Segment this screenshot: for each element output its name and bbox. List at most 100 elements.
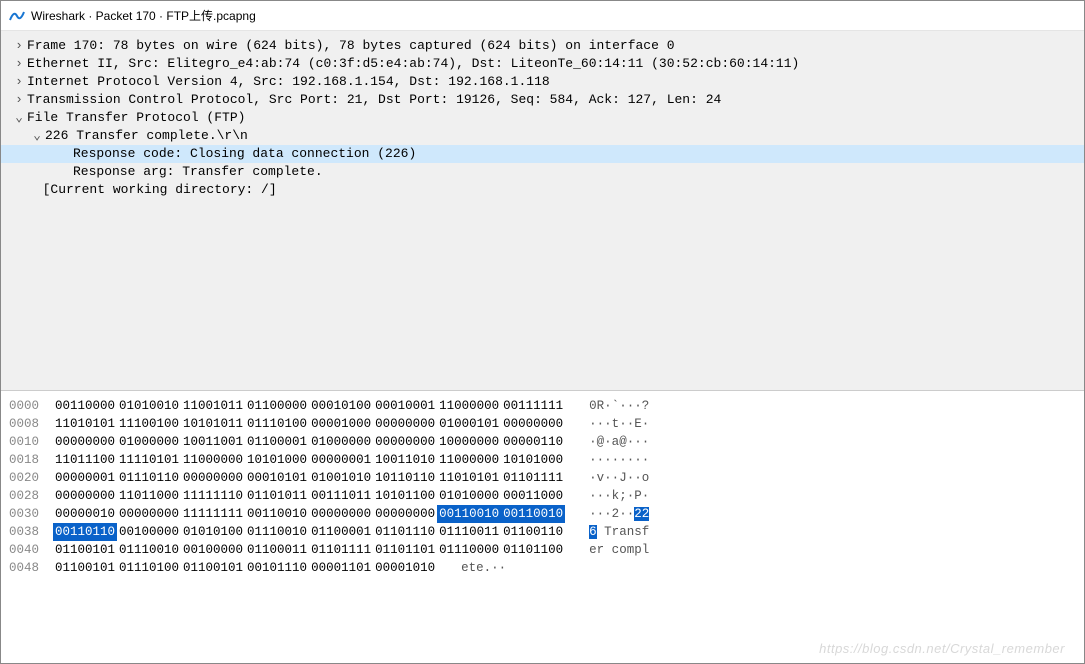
hex-byte[interactable]: 00001000: [309, 415, 373, 433]
hex-byte[interactable]: 00000000: [373, 415, 437, 433]
packet-details-pane[interactable]: ›Frame 170: 78 bytes on wire (624 bits),…: [1, 31, 1084, 391]
hex-byte[interactable]: 00000000: [181, 469, 245, 487]
hex-byte[interactable]: 10110110: [373, 469, 437, 487]
hex-byte[interactable]: 00000110: [501, 433, 565, 451]
tree-row[interactable]: ›Internet Protocol Version 4, Src: 192.1…: [1, 73, 1084, 91]
hex-byte[interactable]: 11111110: [181, 487, 245, 505]
hex-byte[interactable]: 11000000: [437, 397, 501, 415]
tree-row[interactable]: Response arg: Transfer complete.: [1, 163, 1084, 181]
hex-byte[interactable]: 00000000: [373, 433, 437, 451]
hex-byte[interactable]: 01010100: [181, 523, 245, 541]
hex-byte[interactable]: 00000001: [309, 451, 373, 469]
hex-byte[interactable]: 01110011: [437, 523, 501, 541]
hex-byte[interactable]: 00000000: [309, 505, 373, 523]
hex-byte[interactable]: 11000000: [181, 451, 245, 469]
hex-byte[interactable]: 10011010: [373, 451, 437, 469]
hex-byte[interactable]: 00110110: [53, 523, 117, 541]
hex-byte[interactable]: 01000000: [117, 433, 181, 451]
hex-byte[interactable]: 01100101: [181, 559, 245, 577]
hex-byte[interactable]: 00110010: [245, 505, 309, 523]
hex-byte[interactable]: 01100001: [245, 433, 309, 451]
hex-byte[interactable]: 00111111: [501, 397, 565, 415]
tree-row[interactable]: Response code: Closing data connection (…: [1, 145, 1084, 163]
hex-byte[interactable]: 00101110: [245, 559, 309, 577]
caret-right-icon[interactable]: ›: [11, 55, 27, 73]
hex-byte[interactable]: 00010001: [373, 397, 437, 415]
caret-right-icon[interactable]: ›: [11, 91, 27, 109]
hex-byte[interactable]: 01110100: [245, 415, 309, 433]
hex-row[interactable]: 000811010101 11100100 10101011 01110100 …: [9, 415, 1076, 433]
hex-byte[interactable]: 01100101: [53, 541, 117, 559]
hex-byte[interactable]: 00000000: [53, 433, 117, 451]
caret-right-icon[interactable]: ›: [11, 73, 27, 91]
caret-right-icon[interactable]: ›: [11, 37, 27, 55]
hex-byte[interactable]: 01101111: [309, 541, 373, 559]
hex-byte[interactable]: 11001011: [181, 397, 245, 415]
tree-row[interactable]: ›Transmission Control Protocol, Src Port…: [1, 91, 1084, 109]
hex-byte[interactable]: 01101110: [373, 523, 437, 541]
hex-byte[interactable]: 01000000: [309, 433, 373, 451]
hex-byte[interactable]: 00000010: [53, 505, 117, 523]
hex-byte[interactable]: 00110010: [437, 505, 501, 523]
hex-byte[interactable]: 01010000: [437, 487, 501, 505]
hex-byte[interactable]: 01110110: [117, 469, 181, 487]
hex-byte[interactable]: 00001101: [309, 559, 373, 577]
hex-byte[interactable]: 10101000: [501, 451, 565, 469]
hex-byte[interactable]: 00010100: [309, 397, 373, 415]
tree-row[interactable]: ⌄226 Transfer complete.\r\n: [1, 127, 1084, 145]
hex-row[interactable]: 004801100101 01110100 01100101 00101110 …: [9, 559, 1076, 577]
hex-byte[interactable]: 10101100: [373, 487, 437, 505]
hex-byte[interactable]: 00100000: [117, 523, 181, 541]
hex-byte[interactable]: 01000101: [437, 415, 501, 433]
hex-byte[interactable]: 01101011: [245, 487, 309, 505]
tree-row[interactable]: ⌄File Transfer Protocol (FTP): [1, 109, 1084, 127]
hex-byte[interactable]: 00111011: [309, 487, 373, 505]
caret-down-icon[interactable]: ⌄: [11, 109, 27, 127]
hex-byte[interactable]: 00001010: [373, 559, 437, 577]
hex-byte[interactable]: 01101100: [501, 541, 565, 559]
hex-byte[interactable]: 01101111: [501, 469, 565, 487]
hex-byte[interactable]: 10101011: [181, 415, 245, 433]
hex-byte[interactable]: 00000000: [53, 487, 117, 505]
hex-row[interactable]: 004001100101 01110010 00100000 01100011 …: [9, 541, 1076, 559]
hex-row[interactable]: 003000000010 00000000 11111111 00110010 …: [9, 505, 1076, 523]
hex-row[interactable]: 002000000001 01110110 00000000 00010101 …: [9, 469, 1076, 487]
tree-row[interactable]: ›Frame 170: 78 bytes on wire (624 bits),…: [1, 37, 1084, 55]
hex-byte[interactable]: 11011100: [53, 451, 117, 469]
tree-row[interactable]: ›Ethernet II, Src: Elitegro_e4:ab:74 (c0…: [1, 55, 1084, 73]
hex-byte[interactable]: 00010101: [245, 469, 309, 487]
hex-byte[interactable]: 01100000: [245, 397, 309, 415]
hex-byte[interactable]: 11011000: [117, 487, 181, 505]
hex-byte[interactable]: 11010101: [437, 469, 501, 487]
hex-byte[interactable]: 01101101: [373, 541, 437, 559]
hex-byte[interactable]: 11111111: [181, 505, 245, 523]
hex-byte[interactable]: 01010010: [117, 397, 181, 415]
hex-byte[interactable]: 01110010: [117, 541, 181, 559]
hex-byte[interactable]: 01100101: [53, 559, 117, 577]
hex-byte[interactable]: 01100011: [245, 541, 309, 559]
hex-byte[interactable]: 01001010: [309, 469, 373, 487]
hex-byte[interactable]: 00000000: [117, 505, 181, 523]
hex-row[interactable]: 003800110110 00100000 01010100 01110010 …: [9, 523, 1076, 541]
hex-byte[interactable]: 01110100: [117, 559, 181, 577]
hex-row[interactable]: 002800000000 11011000 11111110 01101011 …: [9, 487, 1076, 505]
hex-byte[interactable]: 11010101: [53, 415, 117, 433]
tree-row[interactable]: [Current working directory: /]: [1, 181, 1084, 199]
hex-byte[interactable]: 00000001: [53, 469, 117, 487]
hex-byte[interactable]: 10011001: [181, 433, 245, 451]
hex-byte[interactable]: 00000000: [373, 505, 437, 523]
hex-byte[interactable]: 00000000: [501, 415, 565, 433]
hex-byte[interactable]: 11110101: [117, 451, 181, 469]
hex-byte[interactable]: 00110010: [501, 505, 565, 523]
hex-byte[interactable]: 11000000: [437, 451, 501, 469]
hex-byte[interactable]: 00011000: [501, 487, 565, 505]
hex-byte[interactable]: 00110000: [53, 397, 117, 415]
hex-byte[interactable]: 10101000: [245, 451, 309, 469]
hex-byte[interactable]: 01100001: [309, 523, 373, 541]
hex-row[interactable]: 000000110000 01010010 11001011 01100000 …: [9, 397, 1076, 415]
caret-down-icon[interactable]: ⌄: [29, 127, 45, 145]
hex-byte[interactable]: 01110000: [437, 541, 501, 559]
packet-bytes-pane[interactable]: 000000110000 01010010 11001011 01100000 …: [1, 391, 1084, 583]
hex-row[interactable]: 001000000000 01000000 10011001 01100001 …: [9, 433, 1076, 451]
hex-byte[interactable]: 01100110: [501, 523, 565, 541]
